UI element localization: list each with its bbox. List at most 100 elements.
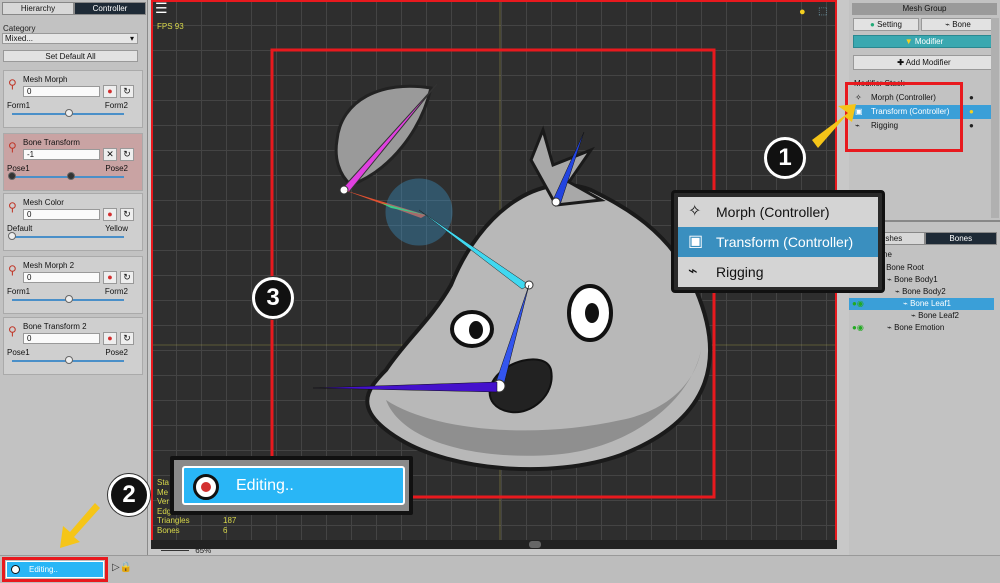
callout-1: 1 (764, 137, 806, 179)
popup-modifier-label: Morph (Controller) (716, 204, 830, 220)
controller-card: ⚲ Bone Transform -1 ✕ ↻ Pose1 Pose2 (3, 133, 143, 191)
modifier-button[interactable]: ▼ Modifier (853, 35, 995, 48)
select-lock-icon[interactable]: ▷🔒 (112, 562, 132, 573)
editing-big-button: Editing.. (182, 466, 405, 505)
bone-icon: ⌁ (911, 311, 916, 320)
controller-value-field[interactable]: 0 (23, 86, 100, 97)
slider-knob[interactable] (8, 172, 16, 180)
popup-modifier-label: Transform (Controller) (716, 234, 854, 250)
controller-card: ⚲ Mesh Morph 0 ● ↻ Form1 Form2 (3, 70, 143, 128)
category-dropdown[interactable]: Mixed... ▾ (2, 33, 138, 44)
set-default-all-button[interactable]: Set Default All (3, 50, 138, 62)
stat-value: 187 (223, 516, 237, 525)
controller-card: ⚲ Mesh Morph 2 0 ● ↻ Form1 Form2 (3, 256, 143, 314)
stat-row: Bones 6 (157, 526, 236, 536)
tree-item[interactable]: ●◉ ⌁ Bone Emotion (849, 322, 994, 334)
tab-hierarchy[interactable]: Hierarchy (2, 2, 74, 15)
record-icon[interactable]: ● (103, 85, 117, 98)
reset-icon[interactable]: ↻ (120, 332, 134, 345)
lightbulb-icon[interactable]: ● (969, 105, 974, 119)
setting-icon: ● (870, 20, 875, 29)
viewport-scrollbar[interactable] (151, 540, 837, 549)
controller-card: ⚲ Mesh Color 0 ● ↻ Default Yellow (3, 193, 143, 251)
zoom-value: 65% (195, 546, 212, 555)
slider-knob[interactable] (67, 172, 76, 180)
eye-icon[interactable]: ●◉ (852, 298, 864, 310)
bone-icon: ⌁ (945, 20, 950, 29)
rigging-icon: ⌁ (688, 263, 698, 280)
controller-name: Mesh Morph (23, 75, 68, 84)
pin-icon: ⚲ (8, 77, 17, 91)
controller-value-field[interactable]: 0 (23, 209, 100, 220)
add-modifier-button[interactable]: ✚ Add Modifier (853, 55, 995, 70)
editing-label: Editing.. (29, 565, 58, 574)
morph-icon: ✧ (688, 203, 702, 220)
slider-knob[interactable] (65, 356, 73, 364)
range-min-label: Form1 (7, 101, 31, 110)
reset-icon[interactable]: ↻ (120, 271, 134, 284)
record-icon[interactable]: ● (103, 271, 117, 284)
tree-item[interactable]: ●◉ ⌁ Bone Leaf1 (849, 298, 994, 310)
controller-name: Bone Transform 2 (23, 322, 87, 331)
tree-label: Bone Leaf2 (918, 311, 959, 320)
category-value: Mixed... (5, 34, 34, 43)
reset-icon[interactable]: ↻ (120, 85, 134, 98)
lightbulb-icon[interactable]: ● (969, 91, 974, 105)
editing-button[interactable]: Editing.. (6, 561, 104, 578)
controller-card: ⚲ Bone Transform 2 0 ● ↻ Pose1 Pose2 (3, 317, 143, 375)
range-min-label: Form1 (7, 287, 31, 296)
range-max-label: Form2 (104, 287, 128, 296)
tree-label: Bone Root (886, 263, 924, 272)
category-label: Category (3, 24, 36, 33)
modifier-icon: ▼ (904, 37, 913, 46)
lightbulb-icon[interactable]: ● (969, 119, 974, 133)
reset-icon[interactable]: ↻ (120, 208, 134, 221)
x-icon[interactable]: ✕ (103, 148, 117, 161)
bone-button[interactable]: ⌁ Bone (921, 18, 995, 31)
pin-icon: ⚲ (8, 324, 17, 338)
editing-big-label: Editing.. (236, 477, 294, 494)
tree-item[interactable]: ⌁ Bone Leaf2 (849, 310, 994, 322)
mesh-group-header: Mesh Group (852, 3, 997, 15)
modifier-zoom-callout: ✧ Morph (Controller) ▣ Transform (Controlle… (671, 190, 885, 293)
callout-3: 3 (252, 277, 294, 319)
controller-value-field[interactable]: 0 (23, 272, 100, 283)
record-icon[interactable]: ● (103, 332, 117, 345)
scrollbar-thumb[interactable] (529, 541, 541, 548)
range-max-label: Pose2 (105, 164, 128, 173)
controller-value-field[interactable]: 0 (23, 333, 100, 344)
tab-controller[interactable]: Controller (74, 2, 146, 15)
setting-button[interactable]: ● Setting (853, 18, 919, 31)
popup-modifier-label: Rigging (716, 264, 764, 280)
range-max-label: Pose2 (105, 348, 128, 357)
left-tabs: Hierarchy Controller (2, 2, 146, 15)
stat-label: Bones (157, 525, 180, 535)
tab-bones[interactable]: Bones (924, 232, 997, 245)
leaf-shape (334, 84, 433, 187)
pin-icon: ⚲ (8, 140, 17, 154)
slider-knob[interactable] (8, 232, 16, 240)
plus-icon: ✚ (897, 58, 904, 67)
slider-track[interactable] (12, 236, 124, 238)
stat-value: 6 (223, 525, 228, 535)
controller-name: Bone Transform (23, 138, 80, 147)
eye-icon[interactable]: ●◉ (852, 322, 864, 334)
controller-name: Mesh Morph 2 (23, 261, 75, 270)
reset-icon[interactable]: ↻ (120, 148, 134, 161)
chevron-down-icon: ▾ (129, 34, 134, 43)
callout-2: 2 (108, 474, 150, 516)
transform-icon: ▣ (688, 233, 704, 250)
controller-panel: Hierarchy Controller Category Mixed... ▾… (0, 0, 148, 555)
controller-value-field[interactable]: -1 (23, 149, 100, 160)
record-icon (11, 565, 20, 574)
slider-knob[interactable] (65, 295, 73, 303)
record-icon[interactable]: ● (103, 208, 117, 221)
panel-scrollbar[interactable] (991, 18, 999, 218)
tree-label: Bone Body1 (894, 275, 938, 284)
stat-label: Triangles (157, 516, 190, 525)
pause-icon (193, 474, 219, 500)
editing-zoom-callout: Editing.. (170, 456, 413, 515)
stat-row: Triangles 187 (157, 516, 236, 526)
tree-label: Bone Body2 (902, 287, 946, 296)
slider-knob[interactable] (65, 109, 73, 117)
